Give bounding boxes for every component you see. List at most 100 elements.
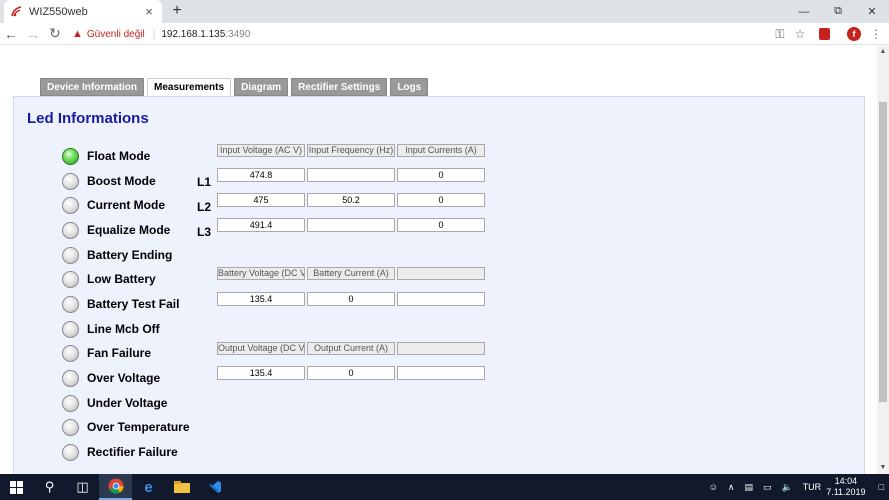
led-indicator-icon [62,147,79,165]
input-frequency-l3 [307,218,395,232]
led-indicator-icon [62,196,79,214]
vscode-taskbar-icon[interactable] [198,474,231,500]
tab-diagram[interactable]: Diagram [234,78,289,96]
minimize-icon[interactable]: — [787,0,821,23]
led-label: Line Mcb Off [87,322,160,336]
led-label: Float Mode [87,149,151,163]
phase-label-l2: L2 [197,200,212,214]
scroll-down-icon[interactable]: ▼ [877,462,889,474]
led-indicator-icon [62,443,79,461]
profile-avatar[interactable]: f [844,23,864,45]
close-window-icon[interactable]: ✕ [855,0,889,23]
clock-date: 7.11.2019 [826,487,866,497]
tray-chevron-up-icon[interactable]: ∧ [728,482,735,493]
menu-dots-icon[interactable]: ⋮ [866,23,886,45]
battery-voltage-value: 135.4 [217,292,305,306]
output-current-header: Output Current (A) [307,342,395,355]
led-item-line-mcb-off: Line Mcb Off [62,319,160,339]
led-indicator-icon [62,320,79,338]
insecure-label: Güvenli değil [86,28,145,40]
led-item-battery-ending: Battery Ending [62,245,172,265]
input-voltage-l1: 474.8 [217,168,305,182]
site-favicon-icon [10,5,23,18]
address-bar[interactable]: ▲ Güvenli değil | 192.168.1.135 :3490 [72,25,812,43]
input-voltage-l2: 475 [217,193,305,207]
scroll-up-icon[interactable]: ▲ [877,46,889,58]
network-icon[interactable]: ▤ [744,482,753,493]
windows-taskbar: ⚲ ◫ e ☺ ∧ ▤ ▭ 🔈 TUR 14:04 7.11.2019 □ [0,474,889,500]
browser-toolbar: ← → ↻ ▲ Güvenli değil | 192.168.1.135 :3… [0,23,889,45]
key-icon[interactable]: ⚿ [770,23,790,45]
led-indicator-icon [62,172,79,190]
led-item-low-battery: Low Battery [62,269,156,289]
input-frequency-header: Input Frequency (Hz) [307,144,395,157]
tab-logs[interactable]: Logs [390,78,429,96]
chrome-taskbar-icon[interactable] [99,474,132,500]
language-indicator[interactable]: TUR [803,482,822,492]
clock-time: 14:04 [834,476,858,486]
file-explorer-icon[interactable] [165,474,198,500]
scrollbar-thumb[interactable] [879,102,887,402]
system-tray: ☺ ∧ ▤ ▭ 🔈 TUR 14:04 7.11.2019 □ [704,474,889,500]
tab-rectifier-settings[interactable]: Rectifier Settings [291,78,388,96]
browser-tab[interactable]: WIZ550web × [4,0,162,23]
led-item-rectifier-failure: Rectifier Failure [62,442,178,462]
task-view-icon[interactable]: ◫ [66,474,99,500]
input-current-l1: 0 [397,168,485,182]
url-separator: | [152,28,156,40]
url-host: 192.168.1.135 [161,28,226,40]
page-nav-tabs: Device Information Measurements Diagram … [40,78,431,96]
battery-voltage-header: Battery Voltage (DC V) [217,267,305,280]
input-voltage-l3: 491.4 [217,218,305,232]
led-label: Fan Failure [87,346,152,360]
led-label: Rectifier Failure [87,445,178,459]
led-indicator-icon [62,246,79,264]
led-item-fan-failure: Fan Failure [62,343,151,363]
bookmark-star-icon[interactable]: ☆ [790,23,810,45]
people-icon[interactable]: ☺ [709,482,718,492]
volume-icon[interactable]: 🔈 [781,482,792,493]
forward-icon[interactable]: → [22,23,44,45]
led-label: Equalize Mode [87,223,171,237]
led-indicator-icon [62,344,79,362]
led-item-current-mode: Current Mode [62,195,165,215]
battery-current-header: Battery Current (A) [307,267,395,280]
tab-measurements[interactable]: Measurements [147,78,232,96]
notifications-icon[interactable]: □ [879,482,884,492]
output-current-value: 0 [307,366,395,380]
led-item-battery-test-fail: Battery Test Fail [62,294,179,314]
input-currents-header: Input Currents (A) [397,144,485,157]
tab-device-information[interactable]: Device Information [40,78,145,96]
led-item-over-temperature: Over Temperature [62,417,190,437]
measurements-panel: Led Informations Float Mode Boost Mode C… [13,96,865,476]
new-tab-button[interactable]: + [168,2,186,20]
battery-empty-header [397,267,485,280]
input-voltage-header: Input Voltage (AC V) [217,144,305,157]
led-indicator-icon [62,295,79,313]
led-item-over-voltage: Over Voltage [62,368,160,388]
input-frequency-l2: 50.2 [307,193,395,207]
reload-icon[interactable]: ↻ [44,23,66,45]
led-indicator-icon [62,418,79,436]
edge-taskbar-icon[interactable]: e [132,474,165,500]
page-scrollbar[interactable]: ▲ ▼ [877,46,889,474]
led-label: Under Voltage [87,396,168,410]
output-voltage-header: Output Voltage (DC V) [217,342,305,355]
windows-start-icon[interactable] [0,474,33,500]
window-controls: — ⧉ ✕ [787,0,889,23]
led-indicator-icon [62,369,79,387]
restore-icon[interactable]: ⧉ [821,0,855,23]
pdf-extension-icon[interactable] [814,23,834,45]
tab-close-icon[interactable]: × [142,4,156,19]
back-icon[interactable]: ← [0,23,22,45]
battery-empty-value [397,292,485,306]
input-current-l3: 0 [397,218,485,232]
warning-icon: ▲ [72,28,83,40]
search-icon[interactable]: ⚲ [33,474,66,500]
battery-current-value: 0 [307,292,395,306]
browser-tab-title: WIZ550web [29,5,88,18]
taskbar-clock[interactable]: 14:04 7.11.2019 [826,476,865,498]
battery-icon[interactable]: ▭ [763,482,772,493]
led-label: Battery Test Fail [87,297,180,311]
led-label: Boost Mode [87,174,156,188]
